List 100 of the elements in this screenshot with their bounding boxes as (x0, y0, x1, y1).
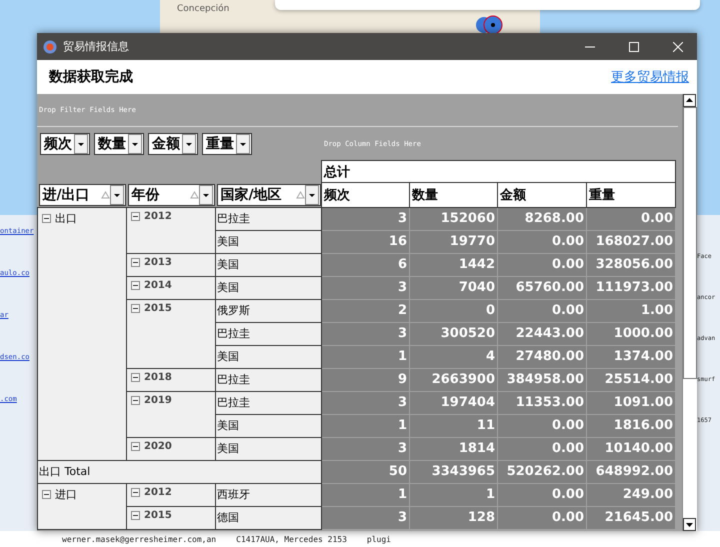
sort-triangle-icon (296, 190, 304, 198)
country-cell: 俄罗斯 (216, 299, 322, 322)
close-icon (673, 42, 683, 52)
row-field-button[interactable]: 年份 (128, 184, 214, 206)
status-text: 数据获取完成 (49, 68, 133, 86)
column-header: 数量 (410, 182, 498, 207)
year-label: 2014 (144, 280, 172, 290)
country-cell: 美国 (216, 253, 322, 276)
value-cell: 4 (410, 345, 498, 368)
value-cell: 1 (322, 414, 410, 437)
country-cell: 美国 (216, 345, 322, 368)
value-cell: 3 (322, 506, 410, 529)
value-cell: 0 (410, 299, 498, 322)
row-field-button[interactable]: 进/出口 (38, 184, 126, 206)
text-fragment: plugi (366, 534, 391, 544)
collapse-icon[interactable] (131, 488, 140, 496)
value-cell: 19770 (410, 230, 498, 253)
column-total-header: 总计 (322, 160, 676, 182)
value-cell: 300520 (410, 322, 498, 345)
value-cell: 11353.00 (498, 391, 587, 414)
country-cell: 西班牙 (216, 483, 322, 506)
value-cell: 152060 (410, 207, 498, 230)
data-field-button[interactable]: 数量 (94, 132, 144, 154)
country-cell: 巴拉圭 (216, 391, 322, 414)
value-cell: 128 (410, 506, 498, 529)
sort-triangle-icon (100, 190, 110, 198)
value-cell: 3 (322, 391, 410, 414)
value-cell: 1374.00 (586, 345, 676, 368)
value-cell: 1814 (410, 437, 498, 460)
value-cell: 3 (322, 322, 410, 345)
scroll-thumb[interactable] (683, 107, 697, 379)
value-cell: 168027.00 (586, 230, 676, 253)
value-cell: 27480.00 (498, 345, 587, 368)
collapse-icon[interactable] (131, 304, 140, 312)
scroll-down-icon[interactable] (683, 518, 696, 531)
app-logo-icon (43, 40, 57, 54)
collapse-icon[interactable] (131, 280, 140, 290)
data-field-button[interactable]: 金额 (148, 132, 198, 154)
country-cell: 巴拉圭 (216, 207, 322, 230)
scroll-up-icon[interactable] (683, 94, 696, 107)
value-cell: 0.00 (498, 414, 587, 437)
year-label: 2013 (144, 256, 172, 268)
value-cell: 0.00 (498, 253, 587, 276)
value-cell: 16 (322, 230, 410, 253)
country-cell: 德国 (216, 506, 322, 529)
year-label: 2019 (144, 394, 172, 406)
value-cell: 3 (322, 437, 410, 460)
collapse-icon[interactable] (131, 212, 140, 220)
value-cell: 1 (410, 483, 498, 506)
column-header: 频次 (322, 182, 410, 207)
value-cell: 2663900 (410, 368, 498, 391)
value-cell: 9 (322, 368, 410, 391)
year-label: 2015 (144, 510, 172, 520)
map-label: Concepción (177, 4, 230, 14)
year-label: 2020 (144, 440, 172, 452)
value-cell: 0.00 (586, 207, 676, 230)
value-cell: 111973.00 (586, 276, 676, 299)
scrollbar[interactable] (682, 94, 697, 531)
text-fragment: werner.masek@gerresheimer.com,an (62, 534, 216, 544)
value-cell: 10140.00 (586, 437, 676, 460)
value-cell: 0.00 (498, 506, 587, 529)
text-fragment: C1417AUA, Mercedes 2153 (236, 534, 347, 544)
total-value-cell: 3343965 (410, 460, 498, 483)
year-label: 2018 (144, 372, 172, 382)
maximize-icon (629, 42, 639, 52)
data-field-button[interactable]: 频次 (40, 132, 90, 154)
sort-triangle-icon (190, 190, 198, 198)
value-cell: 1442 (410, 253, 498, 276)
country-cell: 美国 (216, 276, 322, 299)
column-header: 金额 (498, 182, 587, 207)
value-cell: 1816.00 (586, 414, 676, 437)
value-cell: 0.00 (498, 483, 587, 506)
value-cell: 25514.00 (586, 368, 676, 391)
year-label: 2012 (144, 210, 172, 222)
window-title: 贸易情报信息 (63, 39, 130, 54)
year-label: 2015 (144, 302, 172, 314)
value-cell: 7040 (410, 276, 498, 299)
country-cell: 巴拉圭 (216, 322, 322, 345)
country-cell: 美国 (216, 437, 322, 460)
collapse-icon[interactable] (131, 510, 140, 520)
value-cell: 249.00 (586, 483, 676, 506)
direction-label: 进口 (55, 486, 77, 502)
collapse-icon[interactable] (131, 372, 140, 382)
value-cell: 1 (322, 483, 410, 506)
total-value-cell: 520262.00 (498, 460, 587, 483)
value-cell: 21645.00 (586, 506, 676, 529)
value-cell: 8268.00 (498, 207, 587, 230)
collapse-icon[interactable] (131, 442, 140, 450)
year-label: 2012 (144, 486, 172, 498)
more-link[interactable]: 更多贸易情报 (611, 68, 689, 86)
row-field-button[interactable]: 国家/地区 (216, 184, 320, 206)
collapse-icon[interactable] (42, 490, 51, 498)
data-field-button[interactable]: 重量 (202, 132, 252, 154)
value-cell: 0.00 (498, 299, 587, 322)
value-cell: 328056.00 (586, 253, 676, 276)
collapse-icon[interactable] (42, 214, 51, 222)
total-label-cell: 出口 Total (38, 460, 322, 483)
value-cell: 1000.00 (586, 322, 676, 345)
collapse-icon[interactable] (131, 396, 140, 404)
collapse-icon[interactable] (131, 258, 140, 266)
